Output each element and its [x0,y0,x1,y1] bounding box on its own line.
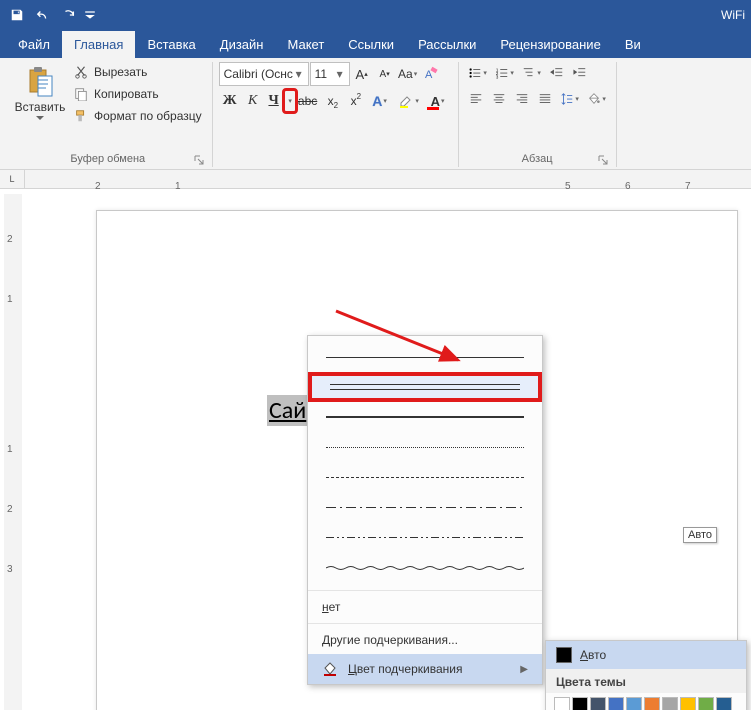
group-label-clipboard: Буфер обмена [10,151,206,167]
tab-selector[interactable]: L [0,170,25,188]
color-swatch[interactable] [572,697,588,710]
clear-formatting-button[interactable]: A [420,63,442,85]
copy-button[interactable]: Копировать [70,84,206,104]
save-button[interactable] [6,4,28,26]
decrease-indent-button[interactable] [546,62,568,84]
tab-design[interactable]: Дизайн [208,31,276,58]
color-swatch[interactable] [716,697,732,710]
clipboard-launcher[interactable] [192,153,206,167]
font-size-combobox[interactable]: 11▾ [310,62,350,86]
black-swatch-icon [556,647,572,663]
underline-style-dashed[interactable] [308,462,542,492]
group-font: Calibri (Оснс▾ 11▾ A▴ A▾ Aa▾ A Ж К Ч ▾ a… [213,62,459,167]
paste-button[interactable]: Вставить [10,62,70,124]
color-swatch[interactable] [554,697,570,710]
tab-view[interactable]: Ви [613,31,653,58]
superscript-button[interactable]: x [343,90,365,112]
underline-style-solid[interactable] [308,342,542,372]
increase-indent-button[interactable] [569,62,591,84]
underline-style-double[interactable] [308,372,542,402]
underline-style-wave[interactable] [308,552,542,582]
tab-insert[interactable]: Вставка [135,31,207,58]
document-area: L 2 1 5 6 7 2 1 1 2 3 Сай [0,170,751,710]
ribbon-tabs: Файл Главная Вставка Дизайн Макет Ссылки… [0,30,751,58]
underline-color[interactable]: Цвет подчеркивания ▶ [308,654,542,684]
chevron-right-icon: ▶ [520,664,528,675]
color-swatch[interactable] [680,697,696,710]
multilevel-button[interactable]: ▾ [519,62,545,84]
paste-label: Вставить [15,100,66,114]
color-swatch[interactable] [662,697,678,710]
text-effects-button[interactable]: A▾ [366,90,394,112]
tab-review[interactable]: Рецензирование [488,31,612,58]
tab-references[interactable]: Ссылки [336,31,406,58]
color-swatch[interactable] [644,697,660,710]
underline-style-menu: нет Другие подчеркивания... Цвет подчерк… [307,335,543,685]
underline-color-flyout: Авто Цвета темы Авто Стандартные цвета Д… [545,640,747,710]
bullets-button[interactable]: ▾ [465,62,491,84]
line-spacing-button[interactable]: ▾ [557,88,583,110]
title-bar: WiFi [0,0,751,30]
font-color-button[interactable]: A ▾ [424,90,452,112]
selected-text[interactable]: Сай [267,395,308,426]
bold-button[interactable]: Ж [219,90,241,112]
group-paragraph: ▾ 123▾ ▾ ▾ [459,62,617,167]
shrink-font-button[interactable]: A▾ [374,63,396,85]
color-swatch[interactable] [698,697,714,710]
highlight-button[interactable]: ▾ [395,90,423,112]
ribbon: Вставить Вырезать Копировать Формат по о… [0,58,751,170]
underline-style-dashdotdot[interactable] [308,522,542,552]
underline-button[interactable]: Ч [265,90,283,112]
italic-button[interactable]: К [242,90,264,112]
format-painter-label: Формат по образцу [94,109,202,123]
paragraph-launcher[interactable] [596,153,610,167]
cut-label: Вырезать [94,65,147,79]
align-justify-button[interactable] [534,88,556,110]
underline-style-dashdot[interactable] [308,492,542,522]
grow-font-button[interactable]: A▴ [351,63,373,85]
subscript-button[interactable]: x [320,90,342,112]
group-label-font [219,151,452,167]
title-right-text: WiFi [721,8,745,22]
numbering-button[interactable]: 123▾ [492,62,518,84]
color-tooltip: Авто [683,527,717,543]
font-name-combobox[interactable]: Calibri (Оснс▾ [219,62,309,86]
undo-button[interactable] [32,4,54,26]
color-swatch[interactable] [590,697,606,710]
strike-button[interactable]: abc [297,90,319,112]
underline-dropdown-button[interactable]: ▾ [284,90,296,112]
align-center-button[interactable] [488,88,510,110]
svg-text:3: 3 [496,74,499,79]
qat-customize-button[interactable] [84,4,96,26]
underline-more[interactable]: Другие подчеркивания... [308,626,542,654]
tab-mailings[interactable]: Рассылки [406,31,488,58]
color-auto[interactable]: Авто [546,641,746,669]
underline-none[interactable]: нет [308,593,542,621]
tab-file[interactable]: Файл [6,31,62,58]
theme-colors-header: Цвета темы [546,669,746,693]
quick-access-toolbar [6,4,96,26]
copy-label: Копировать [94,87,159,101]
vertical-ruler[interactable]: 2 1 1 2 3 [4,194,22,710]
align-left-button[interactable] [465,88,487,110]
change-case-button[interactable]: Aa▾ [397,63,419,85]
group-clipboard: Вставить Вырезать Копировать Формат по о… [4,62,213,167]
paint-bucket-icon [322,661,338,677]
tab-layout[interactable]: Макет [275,31,336,58]
cut-button[interactable]: Вырезать [70,62,206,82]
group-label-paragraph: Абзац [465,151,610,167]
redo-button[interactable] [58,4,80,26]
format-painter-button[interactable]: Формат по образцу [70,106,206,126]
shading-button[interactable]: ▾ [584,88,610,110]
theme-colors-main-row [546,693,746,710]
underline-style-dotted[interactable] [308,432,542,462]
horizontal-ruler[interactable]: L 2 1 5 6 7 [0,170,751,189]
tab-home[interactable]: Главная [62,31,135,58]
align-right-button[interactable] [511,88,533,110]
color-swatch[interactable] [608,697,624,710]
underline-style-thick[interactable] [308,402,542,432]
color-swatch[interactable] [626,697,642,710]
